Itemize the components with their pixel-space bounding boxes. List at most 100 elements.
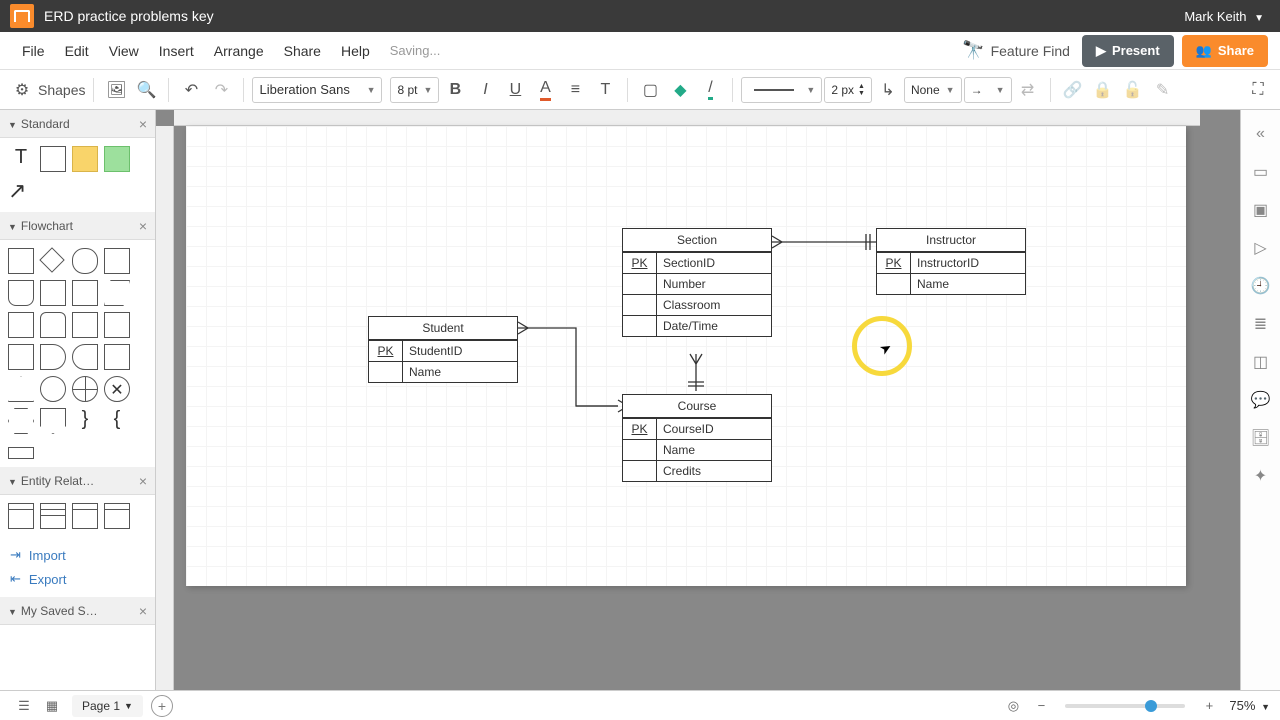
menu-arrange[interactable]: Arrange — [204, 37, 274, 65]
fc-offpage[interactable] — [40, 408, 66, 434]
font-select[interactable]: Liberation Sans ▼ — [252, 77, 382, 103]
menu-file[interactable]: File — [12, 37, 55, 65]
fc-swimlane[interactable] — [8, 447, 34, 459]
fc-or[interactable] — [72, 376, 98, 402]
present-button[interactable]: ▶ Present — [1082, 35, 1174, 67]
fullscreen-button[interactable]: ⛶ — [1244, 76, 1272, 104]
group-saved[interactable]: ▼My Saved S… × — [0, 597, 155, 625]
feature-find-button[interactable]: 🔭 Feature Find — [962, 40, 1070, 61]
group-entity[interactable]: ▼Entity Relat… × — [0, 467, 155, 495]
search-icon[interactable]: 🔍 — [132, 76, 160, 104]
swap-button[interactable]: ⇄ — [1014, 76, 1042, 104]
er-entity[interactable] — [8, 503, 34, 529]
comment-icon[interactable]: ▣ — [1251, 200, 1271, 220]
fc-decision[interactable] — [40, 248, 66, 274]
fc-shape[interactable] — [104, 344, 130, 370]
shapes-button[interactable]: Shapes — [38, 76, 85, 104]
line-color-button[interactable]: / — [696, 76, 724, 104]
gear-icon[interactable]: ⚙ — [8, 76, 36, 104]
fc-process[interactable] — [8, 248, 34, 274]
menu-edit[interactable]: Edit — [55, 37, 99, 65]
entity-student[interactable]: Student PKStudentID Name — [368, 316, 518, 383]
zoom-slider[interactable] — [1065, 704, 1185, 708]
close-icon[interactable]: × — [139, 473, 147, 489]
menu-insert[interactable]: Insert — [149, 37, 204, 65]
collapse-icon[interactable]: « — [1251, 124, 1271, 144]
line-style-select[interactable]: ▼ — [741, 77, 822, 103]
close-icon[interactable]: × — [139, 218, 147, 234]
layers-icon[interactable]: ≣ — [1251, 314, 1271, 334]
present-icon[interactable]: ▷ — [1251, 238, 1271, 258]
export-link[interactable]: ⇤ Export — [10, 567, 145, 591]
shape-style-button[interactable]: ▢ — [636, 76, 664, 104]
user-menu[interactable]: Mark Keith ▼ — [1184, 9, 1270, 24]
fc-shape[interactable] — [72, 312, 98, 338]
text-color-button[interactable]: A — [531, 76, 559, 104]
rect-shape[interactable] — [40, 146, 66, 172]
fc-prep[interactable] — [8, 408, 34, 434]
data-icon[interactable]: 🗄 — [1251, 428, 1271, 448]
stroke-width-select[interactable]: 2 px ▲▼ — [824, 77, 872, 103]
entity-section[interactable]: Section PKSectionID Number Classroom Dat… — [622, 228, 772, 337]
share-button[interactable]: 👥 Share — [1182, 35, 1268, 67]
fc-shape[interactable] — [8, 344, 34, 370]
entity-course[interactable]: Course PKCourseID Name Credits — [622, 394, 772, 482]
er-entity-3[interactable] — [72, 503, 98, 529]
bold-button[interactable]: B — [441, 76, 469, 104]
line-route-button[interactable]: ↳ — [874, 76, 902, 104]
fc-delay[interactable] — [40, 344, 66, 370]
unlock-button[interactable]: 🔓 — [1119, 76, 1147, 104]
undo-button[interactable]: ↶ — [177, 76, 205, 104]
grid-view-icon[interactable]: ▦ — [38, 695, 66, 717]
history-icon[interactable]: 🕘 — [1251, 276, 1271, 296]
fc-terminator[interactable] — [72, 248, 98, 274]
arrow-end-select[interactable]: → ▼ — [964, 77, 1012, 103]
fc-document[interactable] — [8, 280, 34, 306]
fc-shape[interactable] — [104, 312, 130, 338]
fc-predefined[interactable] — [104, 248, 130, 274]
group-standard[interactable]: ▼Standard × — [0, 110, 155, 138]
close-icon[interactable]: × — [139, 603, 147, 619]
import-link[interactable]: ⇥ Import — [10, 543, 145, 567]
document-title[interactable]: ERD practice problems key — [44, 8, 214, 24]
fc-multidoc[interactable] — [40, 280, 66, 306]
underline-button[interactable]: U — [501, 76, 529, 104]
hotspot-shape[interactable] — [104, 146, 130, 172]
text-box-button[interactable]: T — [591, 76, 619, 104]
fc-data[interactable] — [72, 280, 98, 306]
action-icon[interactable]: ✦ — [1251, 466, 1271, 486]
fc-brace-left[interactable]: } — [72, 408, 98, 434]
fc-merge[interactable] — [8, 376, 34, 402]
fc-brace-right[interactable]: { — [104, 408, 130, 434]
zoom-in-button[interactable]: + — [1195, 695, 1223, 717]
canvas-area[interactable]: Section PKSectionID Number Classroom Dat… — [156, 110, 1240, 690]
italic-button[interactable]: I — [471, 76, 499, 104]
er-entity-4[interactable] — [104, 503, 130, 529]
arrow-start-select[interactable]: None ▼ — [904, 77, 962, 103]
fc-parallelogram[interactable] — [104, 280, 130, 306]
page-icon[interactable]: ▭ — [1251, 162, 1271, 182]
menu-view[interactable]: View — [99, 37, 149, 65]
zoom-level[interactable]: 75% ▼ — [1229, 698, 1270, 713]
close-icon[interactable]: × — [139, 116, 147, 132]
entity-instructor[interactable]: Instructor PKInstructorID Name — [876, 228, 1026, 295]
note-shape[interactable] — [72, 146, 98, 172]
er-entity-2[interactable] — [40, 503, 66, 529]
fc-connector[interactable] — [40, 376, 66, 402]
align-button[interactable]: ≡ — [561, 76, 589, 104]
image-icon[interactable]: 🖼 — [102, 76, 130, 104]
menu-help[interactable]: Help — [331, 37, 380, 65]
link-button[interactable]: 🔗 — [1059, 76, 1087, 104]
group-flowchart[interactable]: ▼Flowchart × — [0, 212, 155, 240]
fc-display[interactable] — [72, 344, 98, 370]
text-shape[interactable]: T — [8, 146, 34, 172]
page-tab[interactable]: Page 1 ▼ — [72, 695, 143, 717]
chat-icon[interactable]: 💬 — [1251, 390, 1271, 410]
line-shape[interactable]: ↗ — [8, 178, 34, 204]
zoom-out-button[interactable]: − — [1027, 695, 1055, 717]
font-size-select[interactable]: 8 pt ▼ — [390, 77, 439, 103]
zoom-reset-icon[interactable]: ◎ — [999, 695, 1027, 717]
add-page-button[interactable]: + — [151, 695, 173, 717]
fc-database[interactable] — [40, 312, 66, 338]
fc-sum[interactable]: ✕ — [104, 376, 130, 402]
